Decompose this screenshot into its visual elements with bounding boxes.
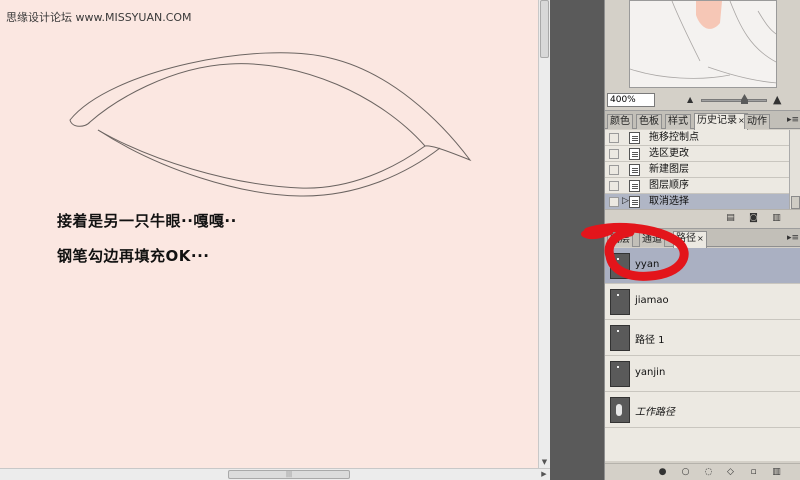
load-selection-icon[interactable]: ◌	[703, 467, 714, 477]
path-item[interactable]: 路径 1	[605, 320, 800, 356]
stroke-path-icon[interactable]: ○	[680, 467, 691, 477]
snapshot-checkbox[interactable]	[609, 149, 619, 159]
navigator-thumbnail-sketch	[630, 1, 776, 84]
tab-color[interactable]: 颜色	[607, 114, 633, 129]
history-state-icon	[629, 196, 640, 208]
tab-label: 色板	[639, 116, 659, 127]
tab-swatches[interactable]: 色板	[636, 114, 662, 129]
vertical-scroll-thumb[interactable]	[540, 0, 549, 58]
close-tab-icon[interactable]: ×	[697, 234, 704, 243]
caption-line-2: 钢笔勾边再填充OK···	[57, 247, 210, 265]
document-canvas[interactable]: 思缘设计论坛 www.MISSYUAN.COM 接着是另一只牛眼··嘎嘎·· 钢…	[0, 0, 538, 468]
fill-path-icon[interactable]: ●	[657, 467, 668, 477]
zoom-slider-track[interactable]	[701, 99, 767, 102]
scroll-right-arrow-icon[interactable]: ▶	[539, 469, 549, 480]
history-state-icon	[629, 180, 640, 192]
history-item-label: 图层顺序	[649, 180, 689, 191]
zoom-out-icon[interactable]: ▲	[687, 96, 695, 104]
make-workpath-icon[interactable]: ◇	[725, 467, 736, 477]
path-label: 工作路径	[635, 407, 675, 418]
history-panel-tabbar: 颜色 色板 样式 历史记录× 动作 ▸≡	[605, 111, 800, 130]
vertical-scrollbar[interactable]: ▼	[538, 0, 550, 468]
new-path-icon[interactable]: ▫	[748, 467, 759, 477]
snapshot-checkbox[interactable]	[609, 133, 619, 143]
history-item-label: 新建图层	[649, 164, 689, 175]
path-item[interactable]: yanjin	[605, 356, 800, 392]
history-item[interactable]: 图层顺序	[605, 178, 789, 194]
path-thumbnail	[610, 361, 630, 387]
red-circle-annotation	[581, 222, 689, 281]
tab-actions[interactable]: 动作	[744, 114, 770, 129]
history-state-icon	[629, 164, 640, 176]
history-item[interactable]: 拖移控制点	[605, 130, 789, 146]
panel-menu-icon[interactable]: ▸≡	[787, 233, 799, 243]
tab-label: 颜色	[610, 116, 630, 127]
tab-label: 样式	[668, 116, 688, 127]
history-panel: 颜色 色板 样式 历史记录× 动作 ▸≡ 拖移控制点 选区更改 新建图层 图层顺…	[605, 110, 800, 226]
history-state-icon	[629, 132, 640, 144]
tab-styles[interactable]: 样式	[665, 114, 691, 129]
history-item[interactable]: 新建图层	[605, 162, 789, 178]
snapshot-checkbox[interactable]	[609, 197, 619, 207]
history-item-label: 拖移控制点	[649, 132, 699, 143]
tab-history[interactable]: 历史记录×	[694, 113, 748, 130]
path-label: 路径 1	[635, 335, 665, 346]
tab-label: 动作	[747, 116, 767, 127]
snapshot-checkbox[interactable]	[609, 165, 619, 175]
horizontal-scroll-thumb[interactable]: |||	[228, 470, 350, 479]
panel-menu-icon[interactable]: ▸≡	[787, 115, 799, 125]
trash-icon[interactable]: ▥	[771, 467, 782, 477]
history-state-icon	[629, 148, 640, 160]
history-scrollbar[interactable]	[789, 130, 800, 210]
navigator-preview[interactable]	[629, 0, 777, 88]
new-document-from-state-icon[interactable]: ▤	[725, 213, 736, 223]
work-path-thumbnail	[610, 397, 630, 423]
path-item-work[interactable]: 工作路径	[605, 392, 800, 428]
path-label: jiamao	[635, 295, 669, 306]
camera-icon[interactable]: ◙	[748, 213, 759, 223]
tab-label: 历史记录	[697, 115, 737, 126]
navigator-panel: 400% ▲ ▲	[605, 0, 800, 110]
path-thumbnail	[610, 289, 630, 315]
snapshot-checkbox[interactable]	[609, 181, 619, 191]
scroll-down-arrow-icon[interactable]: ▼	[540, 457, 549, 467]
history-item[interactable]: 选区更改	[605, 146, 789, 162]
history-scroll-thumb[interactable]	[791, 196, 800, 209]
history-item-selected[interactable]: ▷ 取消选择	[605, 194, 789, 210]
history-item-label: 选区更改	[649, 148, 689, 159]
history-item-label: 取消选择	[649, 196, 689, 207]
zoom-level-input[interactable]: 400%	[607, 93, 655, 107]
current-state-arrow-icon: ▷	[622, 196, 629, 206]
history-list: 拖移控制点 选区更改 新建图层 图层顺序 ▷ 取消选择	[605, 130, 789, 210]
trash-icon[interactable]: ▥	[771, 213, 782, 223]
caption-line-1: 接着是另一只牛眼··嘎嘎··	[57, 212, 237, 230]
path-label: yanjin	[635, 367, 666, 378]
path-thumbnail	[610, 325, 630, 351]
zoom-slider-handle[interactable]	[741, 94, 748, 104]
zoom-in-icon[interactable]: ▲	[773, 94, 785, 106]
horizontal-scrollbar[interactable]: ||| ▶	[0, 468, 550, 480]
paths-panel-footer: ● ○ ◌ ◇ ▫ ▥	[605, 463, 800, 480]
